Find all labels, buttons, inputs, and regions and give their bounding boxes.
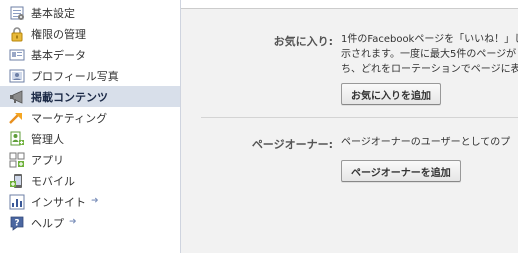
insights-bar-chart-icon: [9, 194, 25, 210]
sidebar-item-marketing[interactable]: マーケティング: [0, 107, 180, 128]
add-page-owner-button[interactable]: ページオーナーを追加: [341, 160, 461, 182]
section-divider: [201, 117, 518, 118]
sidebar-item-label: ヘルプ: [31, 216, 64, 230]
megaphone-icon: [9, 89, 25, 105]
photo-icon: [9, 68, 25, 84]
sidebar: 基本設定 権限の管理 基本データ プロフィール写真 掲載コンテンツ マーケティン…: [0, 0, 181, 253]
page-settings-screen: 基本設定 権限の管理 基本データ プロフィール写真 掲載コンテンツ マーケティン…: [0, 0, 518, 253]
main-content: お気に入り: 1件のFacebookページを「いいね！」し 示されます。一度に最…: [181, 0, 518, 253]
sidebar-item-label: 基本設定: [31, 6, 75, 20]
sidebar-item-help[interactable]: ? ヘルプ ➜: [0, 212, 180, 233]
sidebar-item-label: 権限の管理: [31, 27, 86, 41]
favorites-label: お気に入り:: [273, 35, 333, 48]
settings-page-icon: [9, 5, 25, 21]
sidebar-item-label: 掲載コンテンツ: [31, 90, 108, 104]
sidebar-item-insights[interactable]: インサイト ➜: [0, 191, 180, 212]
sidebar-item-label: マーケティング: [31, 111, 108, 125]
sidebar-item-label: インサイト: [31, 195, 86, 209]
external-arrow-icon: ➜: [69, 217, 77, 227]
apps-icon: [9, 152, 25, 168]
help-question-icon: ?: [9, 215, 25, 231]
content-top-border: [181, 0, 518, 9]
favorites-description-line: 示されます。一度に最大5件のページが: [341, 49, 517, 60]
favorites-description-line: ち、どれをローテーションでページに表: [341, 64, 518, 75]
sidebar-nav: 基本設定 権限の管理 基本データ プロフィール写真 掲載コンテンツ マーケティン…: [0, 2, 180, 233]
sidebar-item-basic-settings[interactable]: 基本設定: [0, 2, 180, 23]
sidebar-item-apps[interactable]: アプリ: [0, 149, 180, 170]
sidebar-item-admins[interactable]: 管理人: [0, 128, 180, 149]
sidebar-item-label: モバイル: [31, 174, 75, 188]
admin-icon: [9, 131, 25, 147]
favorites-description: 1件のFacebookページを「いいね！」し 示されます。一度に最大5件のページ…: [341, 32, 518, 77]
id-card-icon: [9, 47, 25, 63]
sidebar-item-profile-picture[interactable]: プロフィール写真: [0, 65, 180, 86]
page-owners-description: ページオーナーのユーザーとしてのプ: [341, 137, 511, 148]
external-arrow-icon: ➜: [91, 196, 99, 206]
sidebar-item-label: 基本データ: [31, 48, 86, 62]
sidebar-item-permissions[interactable]: 権限の管理: [0, 23, 180, 44]
sidebar-item-label: 管理人: [31, 132, 64, 146]
svg-text:?: ?: [14, 218, 19, 228]
favorites-description-line: 1件のFacebookページを「いいね！」し: [341, 34, 518, 45]
mobile-icon: [9, 173, 25, 189]
marketing-arrow-icon: [9, 110, 25, 126]
sidebar-item-basic-info[interactable]: 基本データ: [0, 44, 180, 65]
sidebar-item-mobile[interactable]: モバイル: [0, 170, 180, 191]
sidebar-item-label: アプリ: [31, 153, 64, 167]
sidebar-item-label: プロフィール写真: [31, 69, 119, 83]
add-favorite-button[interactable]: お気に入りを追加: [341, 83, 441, 105]
page-owners-label: ページオーナー:: [251, 138, 333, 151]
sidebar-item-featured[interactable]: 掲載コンテンツ: [0, 86, 180, 107]
lock-icon: [9, 26, 25, 42]
